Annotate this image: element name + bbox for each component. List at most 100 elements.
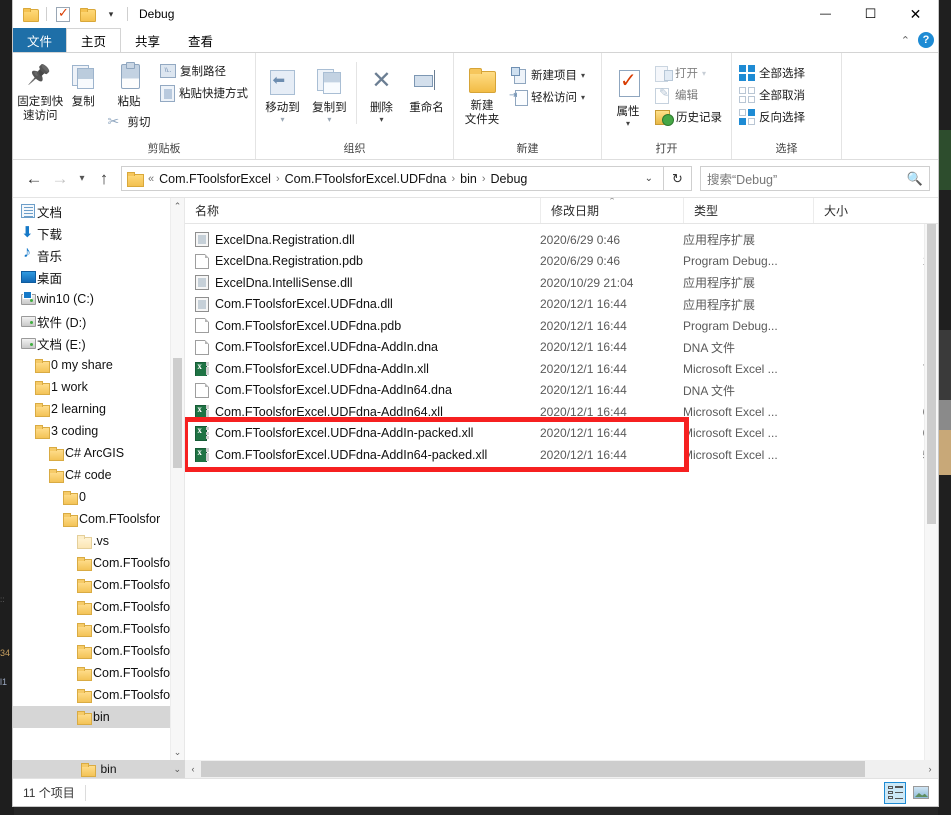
sidebar-item-1-work[interactable]: 1 work xyxy=(13,376,184,398)
address-bar[interactable]: « Com.FToolsforExcel › Com.FToolsforExce… xyxy=(121,166,664,191)
sidebar-item-3-coding[interactable]: 3 coding xyxy=(13,420,184,442)
history-button[interactable]: 历史记录 xyxy=(652,106,725,128)
tab-view[interactable]: 查看 xyxy=(174,28,227,52)
select-all-button[interactable]: 全部选择 xyxy=(736,62,808,84)
breadcrumb-separator[interactable]: › xyxy=(480,173,488,185)
qat-customize-dropdown[interactable]: ▾ xyxy=(100,3,122,25)
column-header-name[interactable]: 名称 xyxy=(185,198,540,223)
sidebar-item-com-ftoolsfo[interactable]: Com.FToolsfo xyxy=(13,618,184,640)
column-header-type[interactable]: 类型 xyxy=(683,198,813,223)
sidebar-item-com-ftoolsfo[interactable]: Com.FToolsfo xyxy=(13,640,184,662)
sidebar-item-c-code[interactable]: C# code xyxy=(13,464,184,486)
paste-shortcut-button[interactable]: 粘贴快捷方式 xyxy=(157,82,251,104)
file-list-scrollbar[interactable] xyxy=(924,224,938,760)
sidebar-item-com-ftoolsfo[interactable]: Com.FToolsfo xyxy=(13,552,184,574)
scroll-left-button[interactable]: ‹ xyxy=(185,760,201,778)
sidebar-item-2-learning[interactable]: 2 learning xyxy=(13,398,184,420)
file-row[interactable]: Com.FToolsforExcel.UDFdna-AddIn64.dna 202… xyxy=(185,380,938,402)
file-row[interactable]: Com.FToolsforExcel.UDFdna.pdb 2020/12/1 1… xyxy=(185,315,938,337)
breadcrumb-overflow[interactable]: « xyxy=(146,173,156,185)
sidebar-item-[interactable]: 音乐 xyxy=(13,244,184,266)
breadcrumb-item-3[interactable]: Debug xyxy=(488,172,531,186)
chevron-down-icon[interactable]: ▾ xyxy=(581,71,585,80)
sidebar-scrollbar[interactable]: ⌃ ⌄ xyxy=(170,198,184,760)
breadcrumb-item-1[interactable]: Com.FToolsforExcel.UDFdna xyxy=(282,172,450,186)
chevron-down-icon[interactable]: ▾ xyxy=(379,115,383,124)
breadcrumb-item-2[interactable]: bin xyxy=(457,172,480,186)
invert-selection-button[interactable]: 反向选择 xyxy=(736,106,808,128)
sidebar-item-[interactable]: 下载 xyxy=(13,222,184,244)
scrollbar-thumb[interactable] xyxy=(927,224,936,524)
chevron-down-icon[interactable]: ▾ xyxy=(702,69,706,78)
sidebar-item-com-ftoolsfo[interactable]: Com.FToolsfo xyxy=(13,684,184,706)
new-folder-button[interactable]: 新建 文件夹 xyxy=(458,60,506,127)
sidebar-item-bin[interactable]: bin xyxy=(13,706,184,728)
file-row[interactable]: ExcelDna.Registration.pdb 2020/6/29 0:46 P… xyxy=(185,251,938,273)
file-row[interactable]: Com.FToolsforExcel.UDFdna-AddIn.xll 2020/… xyxy=(185,358,938,380)
minimize-button[interactable]: — xyxy=(803,0,848,28)
tab-home[interactable]: 主页 xyxy=(66,28,122,52)
scroll-down-button[interactable]: ⌄ xyxy=(171,744,184,760)
sidebar-item-com-ftoolsfo[interactable]: Com.FToolsfo xyxy=(13,574,184,596)
selected-folder-strip[interactable]: bin ⌄ xyxy=(13,760,185,778)
chevron-down-icon[interactable]: ▾ xyxy=(327,115,331,124)
horizontal-scrollbar[interactable]: ‹ › xyxy=(185,760,938,778)
back-button[interactable]: ← xyxy=(21,166,47,192)
chevron-down-icon[interactable]: ▾ xyxy=(280,115,284,124)
delete-button[interactable]: ✕ 删除 ▾ xyxy=(361,62,402,125)
qat-new-folder-button[interactable] xyxy=(76,3,98,25)
cut-button[interactable]: 剪切 xyxy=(105,111,154,133)
forward-button[interactable]: → xyxy=(47,166,73,192)
scroll-up-button[interactable]: ⌃ xyxy=(171,198,184,214)
properties-button[interactable]: 属性 ▾ xyxy=(606,60,650,128)
breadcrumb-separator[interactable]: › xyxy=(450,173,458,185)
file-row[interactable]: ExcelDna.Registration.dll 2020/6/29 0:46 应… xyxy=(185,229,938,251)
open-button[interactable]: 打开 ▾ xyxy=(652,62,725,84)
easy-access-button[interactable]: 轻松访问 ▾ xyxy=(508,86,588,108)
refresh-button[interactable]: ↻ xyxy=(664,166,692,191)
select-none-button[interactable]: 全部取消 xyxy=(736,84,808,106)
sidebar-item-vs[interactable]: .vs xyxy=(13,530,184,552)
sidebar-item-[interactable]: 桌面 xyxy=(13,266,184,288)
sidebar-item-com-ftoolsfo[interactable]: Com.FToolsfo xyxy=(13,596,184,618)
sidebar-item-d[interactable]: 软件 (D:) xyxy=(13,310,184,332)
address-dropdown-button[interactable]: ⌄ xyxy=(638,173,660,184)
search-input[interactable]: 搜索“Debug” xyxy=(707,169,907,188)
copy-path-button[interactable]: \\.. 复制路径 xyxy=(157,60,251,82)
chevron-down-icon[interactable]: ▾ xyxy=(581,93,585,102)
sidebar-item-0[interactable]: 0 xyxy=(13,486,184,508)
search-box[interactable]: 搜索“Debug” 🔍 xyxy=(700,166,930,191)
copy-to-button[interactable]: 复制到 ▾ xyxy=(307,62,352,124)
sidebar-item-e[interactable]: 文档 (E:) xyxy=(13,332,184,354)
file-row[interactable]: Com.FToolsforExcel.UDFdna-AddIn-packed.x… xyxy=(185,423,938,445)
sidebar-item-0-my-share[interactable]: 0 my share xyxy=(13,354,184,376)
copy-button[interactable]: 复制 xyxy=(65,56,101,109)
details-view-button[interactable] xyxy=(884,781,906,804)
file-row[interactable]: ExcelDna.IntelliSense.dll 2020/10/29 21:0… xyxy=(185,272,938,294)
up-button[interactable]: ↑ xyxy=(91,166,117,192)
recent-locations-button[interactable]: ▾ xyxy=(73,166,91,192)
edit-button[interactable]: 编辑 xyxy=(652,84,725,106)
chevron-down-icon[interactable]: ⌄ xyxy=(173,764,181,775)
sidebar-item-com-ftoolsfo[interactable]: Com.FToolsfo xyxy=(13,662,184,684)
breadcrumb-separator[interactable]: › xyxy=(274,173,282,185)
close-button[interactable]: ✕ xyxy=(893,0,938,28)
scrollbar-thumb[interactable] xyxy=(173,358,182,468)
column-header-size[interactable]: 大小 xyxy=(813,198,938,223)
file-row[interactable]: Com.FToolsforExcel.UDFdna.dll 2020/12/1 1… xyxy=(185,294,938,316)
sidebar-item-c-arcgis[interactable]: C# ArcGIS xyxy=(13,442,184,464)
sidebar-item-win10-c[interactable]: win10 (C:) xyxy=(13,288,184,310)
pin-to-quick-access-button[interactable]: 固定到快速访问 xyxy=(17,56,63,123)
breadcrumb-item-0[interactable]: Com.FToolsforExcel xyxy=(156,172,274,186)
column-header-date[interactable]: ⌃ 修改日期 xyxy=(540,198,683,223)
file-row[interactable]: Com.FToolsforExcel.UDFdna-AddIn.dna 2020/… xyxy=(185,337,938,359)
help-button[interactable]: ? xyxy=(918,32,934,48)
tab-file[interactable]: 文件 xyxy=(13,28,67,52)
maximize-button[interactable]: ☐ xyxy=(848,0,893,28)
thumbnail-view-button[interactable] xyxy=(910,782,932,804)
sidebar-item-[interactable]: 文档 xyxy=(13,200,184,222)
paste-button[interactable]: 粘贴 xyxy=(103,56,155,109)
file-row[interactable]: Com.FToolsforExcel.UDFdna-AddIn64-packed… xyxy=(185,444,938,466)
file-row[interactable]: Com.FToolsforExcel.UDFdna-AddIn64.xll 202… xyxy=(185,401,938,423)
sidebar-item-com-ftoolsfor[interactable]: Com.FToolsfor xyxy=(13,508,184,530)
